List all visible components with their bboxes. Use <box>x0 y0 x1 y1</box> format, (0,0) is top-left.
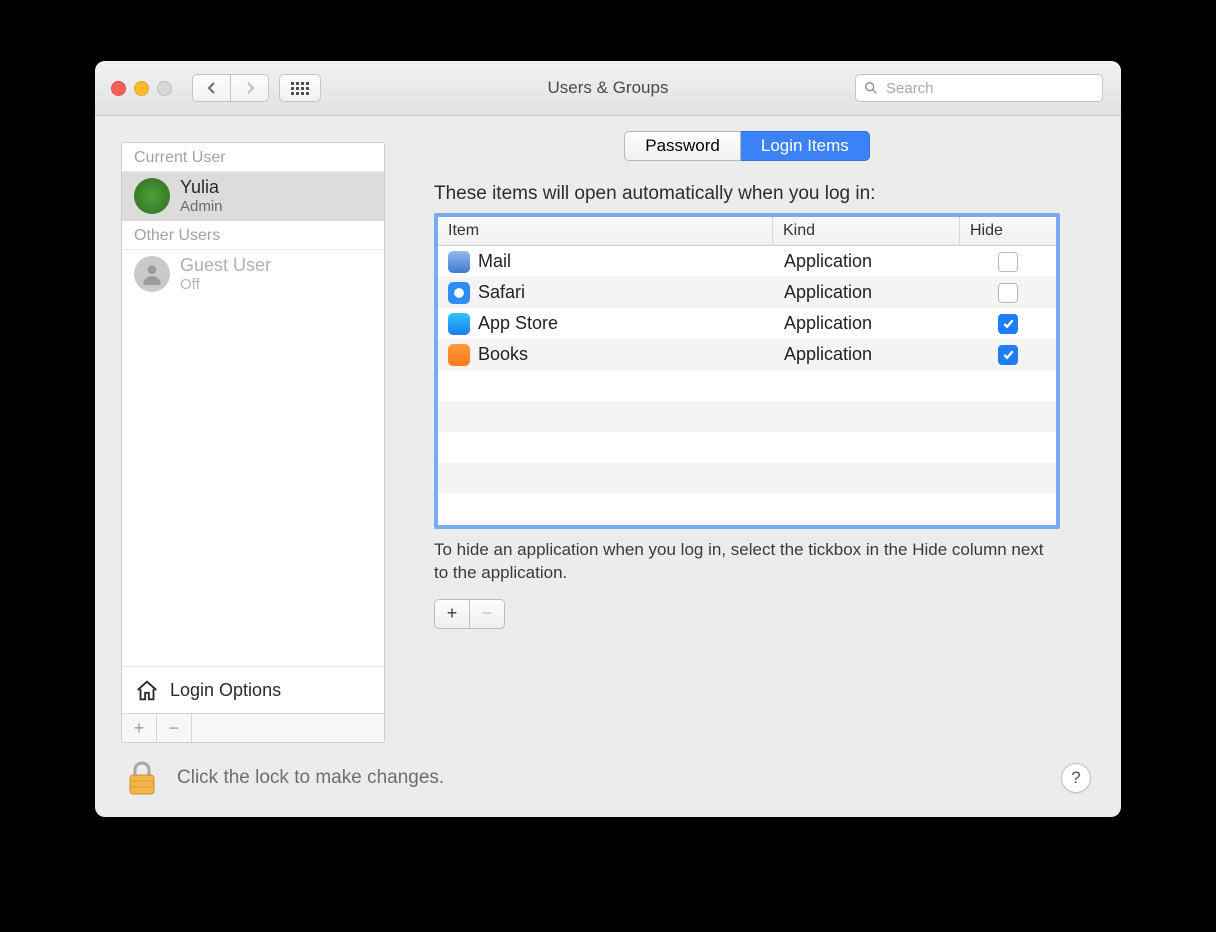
table-row-empty <box>438 401 1056 432</box>
tab-password[interactable]: Password <box>624 131 741 161</box>
user-avatar-icon <box>134 178 170 214</box>
add-item-button[interactable]: + <box>434 599 470 629</box>
chevron-left-icon <box>207 81 217 95</box>
login-items-table: Item Kind Hide Mail Application Safari Appl… <box>434 213 1060 529</box>
item-name: App Store <box>478 313 558 334</box>
other-users-header: Other Users <box>122 221 384 250</box>
guest-status: Off <box>180 276 271 293</box>
safari-icon <box>448 282 470 304</box>
login-options-label: Login Options <box>170 680 281 701</box>
window-controls <box>111 81 172 96</box>
table-row[interactable]: App Store Application <box>438 308 1056 339</box>
table-header: Item Kind Hide <box>438 217 1056 246</box>
add-user-button[interactable]: + <box>122 714 157 742</box>
sidebar-add-remove: + − <box>122 713 384 742</box>
guest-avatar-icon <box>134 256 170 292</box>
main-panel: Password Login Items These items will op… <box>399 142 1095 743</box>
table-row[interactable]: Mail Application <box>438 246 1056 277</box>
guest-name: Guest User <box>180 256 271 276</box>
help-button[interactable]: ? <box>1061 763 1091 793</box>
minimize-window[interactable] <box>134 81 149 96</box>
chevron-right-icon <box>245 81 255 95</box>
lock-message: Click the lock to make changes. <box>177 767 444 789</box>
table-row-empty <box>438 463 1056 494</box>
appstore-icon <box>448 313 470 335</box>
tab-login-items[interactable]: Login Items <box>741 131 870 161</box>
house-icon <box>134 677 160 703</box>
panel-description: These items will open automatically when… <box>434 183 1060 205</box>
mail-icon <box>448 251 470 273</box>
preferences-window: Users & Groups Current User Yulia Admin … <box>95 61 1121 817</box>
close-window[interactable] <box>111 81 126 96</box>
remove-user-button[interactable]: − <box>157 714 192 742</box>
item-kind: Application <box>774 344 960 365</box>
back-button[interactable] <box>192 74 231 102</box>
table-row-empty <box>438 432 1056 463</box>
hide-checkbox[interactable] <box>998 283 1018 303</box>
nav-buttons <box>192 74 269 102</box>
hide-checkbox[interactable] <box>998 345 1018 365</box>
col-hide[interactable]: Hide <box>960 217 1044 245</box>
hide-checkbox[interactable] <box>998 314 1018 334</box>
item-name: Mail <box>478 251 511 272</box>
remove-item-button[interactable]: − <box>470 599 505 629</box>
search-icon <box>864 81 878 95</box>
table-row[interactable]: Books Application <box>438 339 1056 370</box>
footer: Click the lock to make changes. ? <box>121 759 1095 797</box>
hide-hint: To hide an application when you log in, … <box>434 539 1060 585</box>
users-sidebar: Current User Yulia Admin Other Users Gue… <box>121 142 385 743</box>
zoom-window <box>157 81 172 96</box>
item-name: Books <box>478 344 528 365</box>
col-kind[interactable]: Kind <box>773 217 960 245</box>
grid-icon <box>291 82 309 95</box>
search-input[interactable] <box>884 79 1094 98</box>
search-field[interactable] <box>855 74 1103 102</box>
lock-icon[interactable] <box>125 759 159 797</box>
tab-bar: Password Login Items <box>400 131 1094 161</box>
item-kind: Application <box>774 251 960 272</box>
table-row-empty <box>438 370 1056 401</box>
show-all-button[interactable] <box>279 74 321 102</box>
item-kind: Application <box>774 313 960 334</box>
current-user-row[interactable]: Yulia Admin <box>122 172 384 221</box>
item-add-remove: + − <box>434 599 1060 629</box>
current-user-header: Current User <box>122 143 384 172</box>
forward-button[interactable] <box>231 74 269 102</box>
table-row[interactable]: Safari Application <box>438 277 1056 308</box>
guest-user-row[interactable]: Guest User Off <box>122 250 384 299</box>
item-kind: Application <box>774 282 960 303</box>
titlebar: Users & Groups <box>95 61 1121 116</box>
table-row-empty <box>438 494 1056 525</box>
col-item[interactable]: Item <box>438 217 773 245</box>
books-icon <box>448 344 470 366</box>
item-name: Safari <box>478 282 525 303</box>
hide-checkbox[interactable] <box>998 252 1018 272</box>
user-role: Admin <box>180 198 223 215</box>
user-name: Yulia <box>180 178 223 198</box>
login-options-button[interactable]: Login Options <box>122 666 384 713</box>
